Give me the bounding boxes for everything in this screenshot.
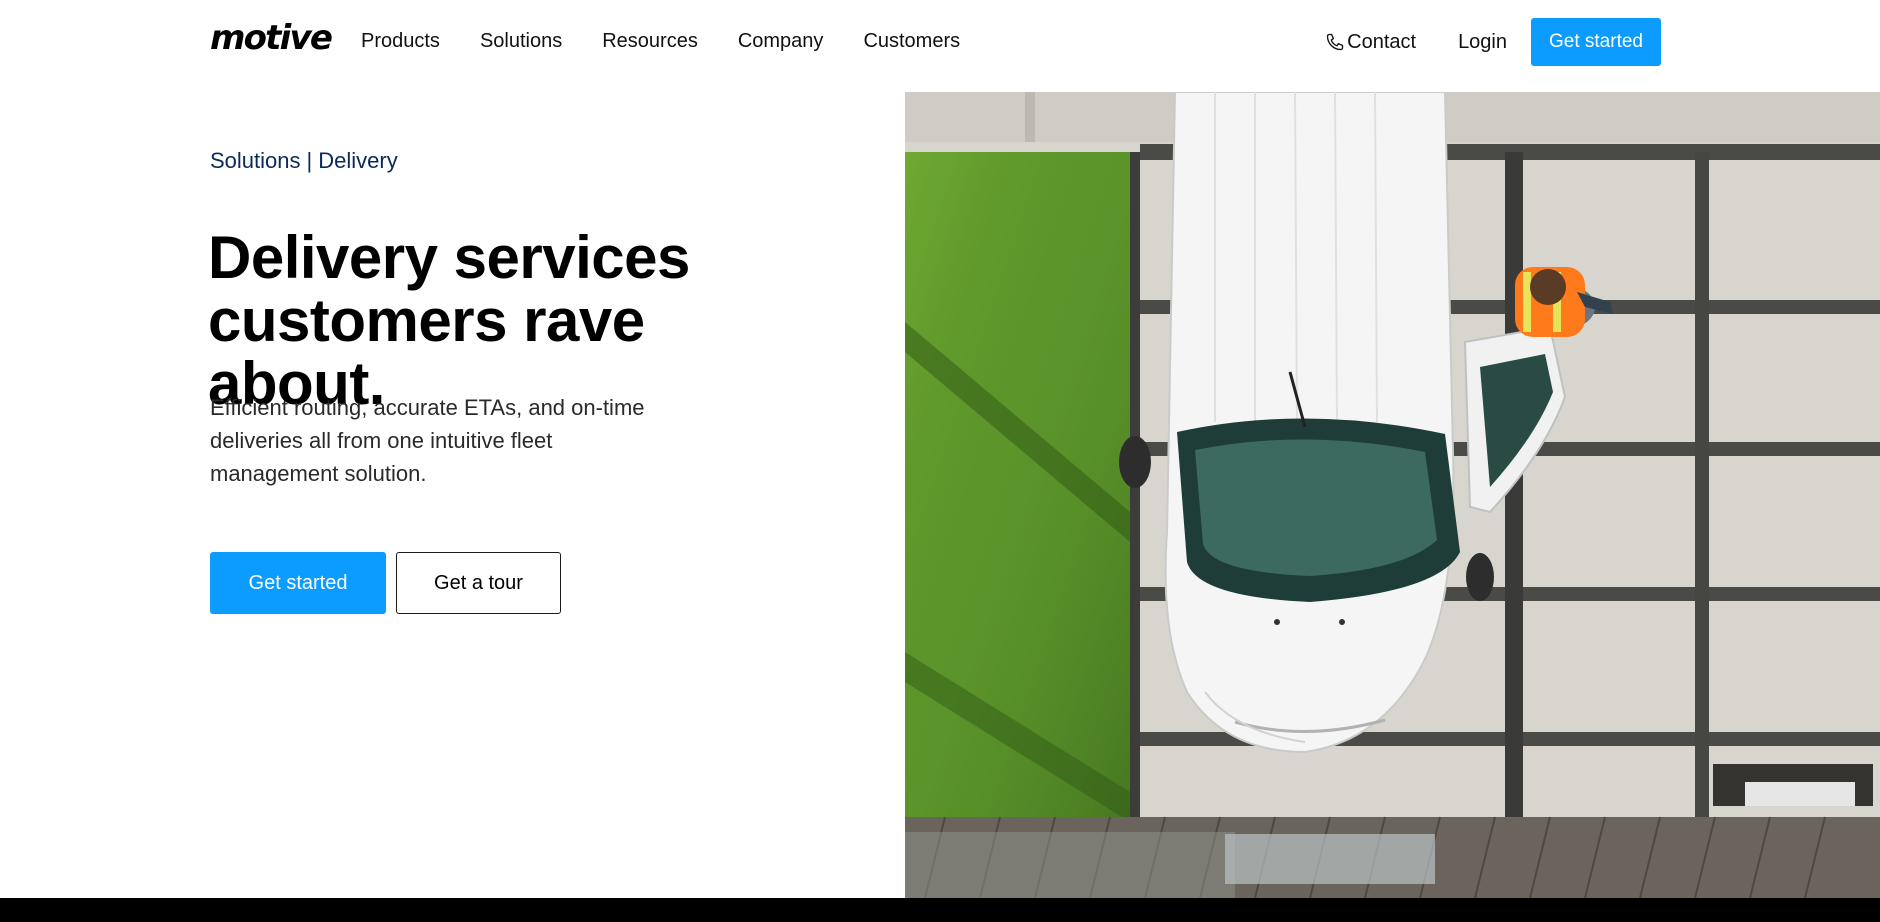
get-started-button[interactable]: Get started — [210, 552, 386, 614]
nav-item-products[interactable]: Products — [361, 30, 440, 53]
page-title: Delivery services customers rave about. — [208, 224, 690, 417]
nav-item-customers[interactable]: Customers — [863, 30, 960, 53]
main-nav: Products Solutions Resources Company Cus… — [361, 30, 960, 53]
contact-label: Contact — [1347, 30, 1417, 53]
login-link[interactable]: Login — [1458, 31, 1507, 54]
nav-item-company[interactable]: Company — [738, 30, 824, 53]
nav-item-solutions[interactable]: Solutions — [480, 30, 562, 53]
nav-item-resources[interactable]: Resources — [602, 30, 698, 53]
hero-cta-group: Get started Get a tour — [210, 552, 561, 614]
hero-image-delivery-van — [905, 92, 1880, 898]
header-get-started-button[interactable]: Get started — [1531, 18, 1661, 66]
site-header: motive Products Solutions Resources Comp… — [0, 0, 1880, 84]
breadcrumb-delivery: Delivery — [318, 148, 398, 173]
motive-logo[interactable]: motive — [210, 18, 333, 58]
breadcrumb: Solutions | Delivery — [210, 148, 398, 174]
bottom-bar — [0, 898, 1880, 922]
contact-link[interactable]: Contact — [1325, 31, 1416, 54]
phone-icon — [1326, 33, 1344, 51]
header-actions: Contact Login Get started — [1325, 18, 1661, 66]
breadcrumb-separator: | — [306, 148, 313, 173]
breadcrumb-solutions[interactable]: Solutions — [210, 148, 301, 174]
hero-description: Efficient routing, accurate ETAs, and on… — [210, 395, 645, 486]
get-a-tour-button[interactable]: Get a tour — [396, 552, 561, 614]
